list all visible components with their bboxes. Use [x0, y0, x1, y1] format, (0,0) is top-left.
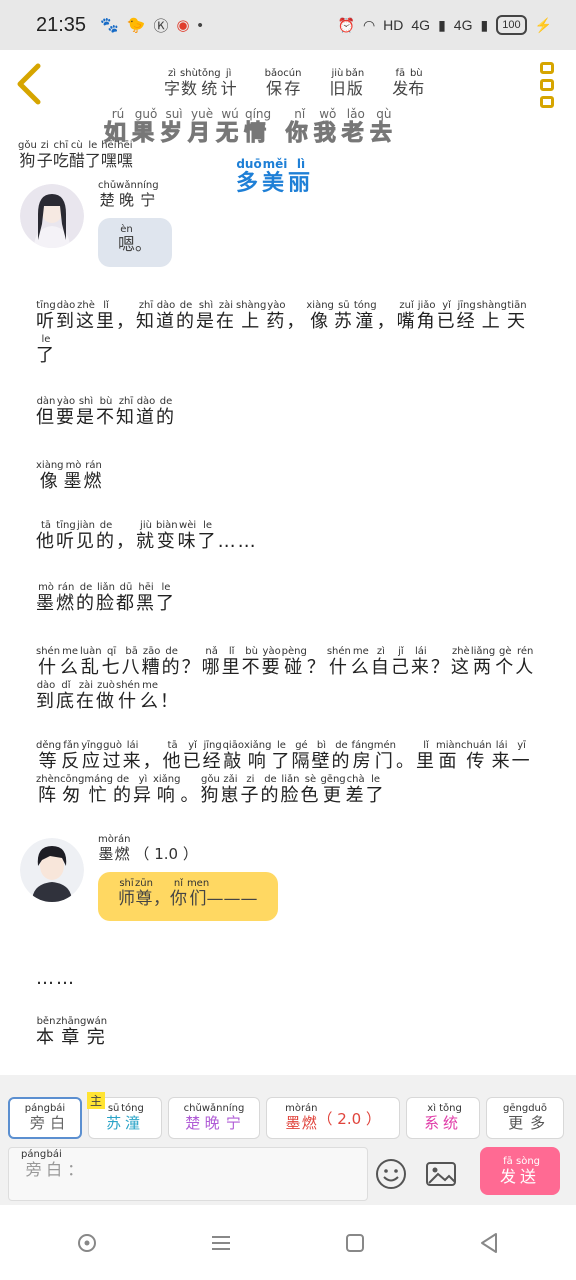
- menu-dots-icon: [540, 62, 554, 74]
- avatar-chuwanning[interactable]: [20, 184, 84, 248]
- home-button[interactable]: [335, 1223, 375, 1263]
- image-icon: [426, 1162, 456, 1186]
- back-button[interactable]: [14, 62, 44, 106]
- role-option[interactable]: 楚chǔ 晚wǎn 宁níng: [168, 1097, 260, 1139]
- back-nav-button[interactable]: [469, 1223, 509, 1263]
- main-badge: 主: [87, 1092, 106, 1109]
- top-nav: 字zì数shù统tǒng计jì 保bǎo存cún 旧jiù版bǎn 发fā布bù: [164, 68, 424, 99]
- message-chuwanning: 楚chǔ晚wǎn宁níng 嗯èn。: [20, 180, 172, 267]
- emoji-button[interactable]: [374, 1157, 408, 1191]
- recents-lines-icon: [212, 1235, 230, 1250]
- narration-line[interactable]: 但dàn要yào是shì不bù知zhī道dào的de: [36, 396, 546, 435]
- role-option[interactable]: 墨mò 燃rán （ 2.0 ）: [266, 1097, 400, 1139]
- home-circle-icon: [78, 1233, 96, 1252]
- floating-title: 如rú果guǒ岁suì月yuè无wú情qíng 你nǐ我wǒ老lǎo去qù: [103, 107, 398, 147]
- sub-title: 多duō美měi丽lì: [236, 157, 315, 196]
- narration-line[interactable]: 听tīng到dào这zhè里lǐ，知zhī道dào的de是shì在zài上shà…: [36, 300, 546, 373]
- narration-line[interactable]: 他tā听tīng见jiàn的de，就jiù变biàn味wèi了le……: [36, 520, 546, 559]
- narration-line[interactable]: ……: [36, 962, 546, 996]
- send-button[interactable]: 发fā 送sòng: [480, 1147, 560, 1195]
- top-nav-item[interactable]: 字zì数shù统tǒng计jì: [164, 68, 237, 99]
- role-option[interactable]: 主苏sū 潼tóng: [87, 1092, 162, 1139]
- image-button[interactable]: [424, 1157, 458, 1191]
- book-title: 狗gǒu子zi吃chī醋cù了le嘿hēi嘿hēi: [18, 140, 133, 170]
- narration-line[interactable]: 什shén么me乱luàn七qī八bā糟zāo的de？哪nǎ里lǐ不bù要yào…: [36, 646, 546, 719]
- input-panel: 旁páng 白bái 主苏sū 潼tóng 楚chǔ 晚wǎn 宁níng 墨mò 燃rán （ …: [0, 1075, 576, 1205]
- triangle-back-icon: [481, 1232, 497, 1253]
- message-bubble[interactable]: 师shī尊zūn，你nǐ们men———: [98, 872, 278, 921]
- input-role-label: 旁páng白bái: [21, 1149, 63, 1179]
- speaker-name: 墨mò燃rán （ 1.0 ）: [98, 834, 198, 863]
- message-moran: 墨mò燃rán （ 1.0 ） 师shī尊zūn，你nǐ们men———: [20, 834, 278, 921]
- role-option[interactable]: 旁páng 白bái: [8, 1097, 82, 1139]
- square-icon: [346, 1233, 364, 1252]
- system-nav-bar: [0, 1205, 576, 1280]
- narration-line[interactable]: 等děng反fǎn应yīng过guò来lái，他tā已yǐ经jīng敲qiāo响…: [36, 740, 546, 813]
- back-arrow-icon: [17, 63, 41, 105]
- message-bubble[interactable]: 嗯èn。: [98, 218, 172, 267]
- avatar-moran[interactable]: [20, 838, 84, 902]
- top-nav-item[interactable]: 旧jiù版bǎn: [329, 68, 364, 99]
- narration-line[interactable]: 墨mò燃rán的de脸liǎn都dū黑hēi了le: [36, 582, 546, 621]
- role-selector: 旁páng 白bái 主苏sū 潼tóng 楚chǔ 晚wǎn 宁níng 墨mò 燃rán （ …: [8, 1092, 564, 1139]
- narration-line[interactable]: 本běn章zhāng完wán: [36, 1016, 546, 1055]
- top-nav-item[interactable]: 保bǎo存cún: [265, 68, 302, 99]
- chat-content: 字zì数shù统tǒng计jì 保bǎo存cún 旧jiù版bǎn 发fā布bù 如r…: [0, 0, 576, 1075]
- role-option[interactable]: 更gēng 多duō: [486, 1097, 564, 1139]
- narration-line[interactable]: 像xiàng墨mò燃rán: [36, 460, 546, 499]
- assistant-button[interactable]: [67, 1223, 107, 1263]
- speaker-name: 楚chǔ晚wǎn宁níng: [98, 180, 159, 209]
- emoji-icon: [376, 1159, 406, 1189]
- role-option[interactable]: 系xì 统tǒng: [406, 1097, 480, 1139]
- message-input-box[interactable]: 旁páng白bái ：: [8, 1147, 368, 1201]
- menu-button[interactable]: [540, 62, 556, 108]
- top-nav-item[interactable]: 发fā布bù: [392, 68, 424, 99]
- recents-button[interactable]: [201, 1223, 241, 1263]
